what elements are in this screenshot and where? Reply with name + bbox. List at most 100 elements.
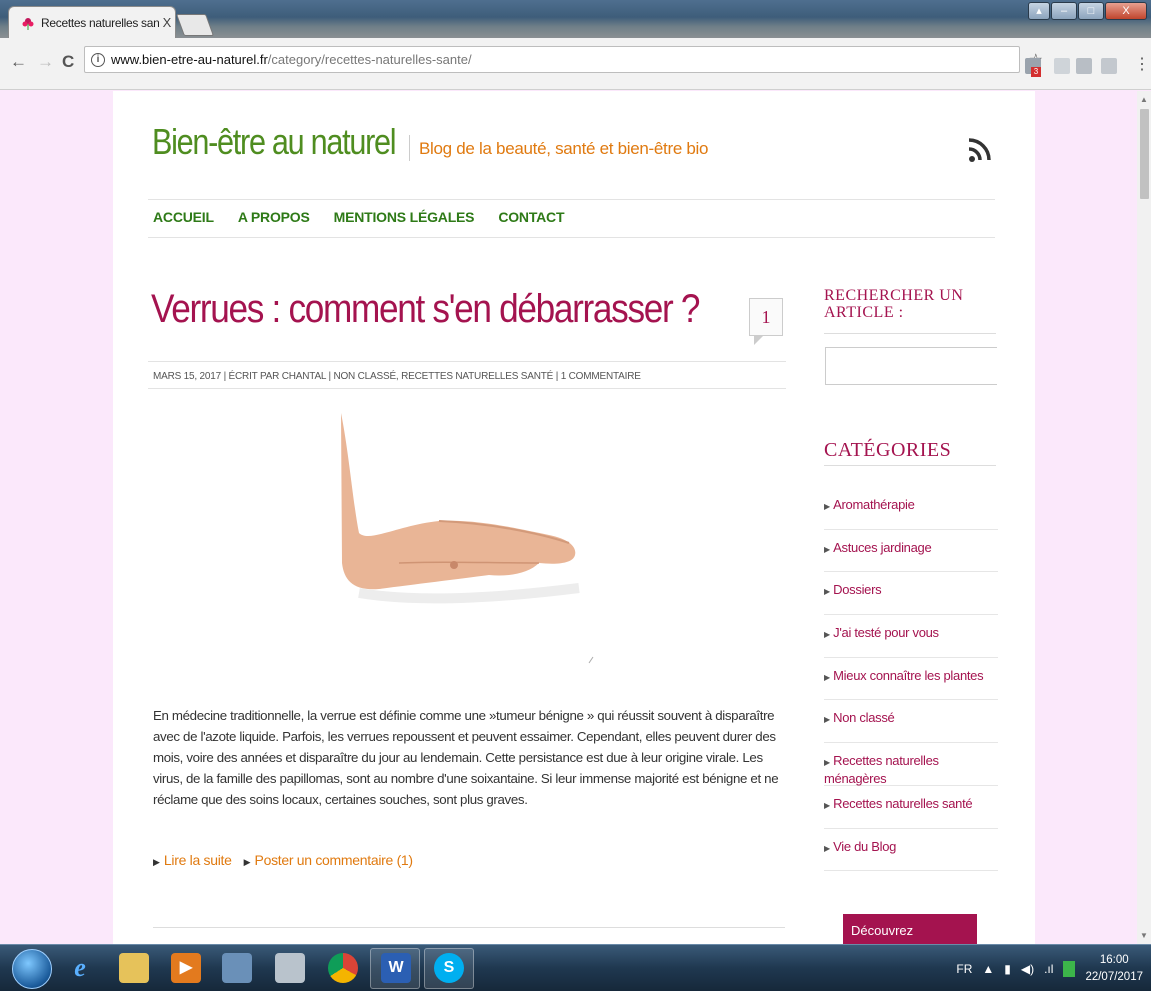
start-button[interactable] — [12, 949, 52, 989]
list-item: ▶ Mieux connaître les plantes — [824, 658, 998, 701]
category-link[interactable]: Vie du Blog — [833, 839, 896, 854]
read-more-link[interactable]: Lire la suite — [164, 852, 232, 868]
new-tab-button[interactable] — [175, 14, 215, 36]
category-list: ▶ Aromathérapie ▶ Astuces jardinage ▶ Dossi… — [824, 487, 998, 872]
rss-icon[interactable] — [968, 137, 992, 163]
file-explorer-icon[interactable] — [119, 953, 149, 983]
scroll-up-arrow-icon[interactable]: ▲ — [1140, 95, 1148, 104]
search-heading-rule — [824, 333, 996, 334]
category-link[interactable]: Recettes naturelles ménagères — [824, 753, 939, 786]
site-tagline: Blog de la beauté, santé et bien-être bi… — [419, 139, 709, 158]
scroll-down-arrow-icon[interactable]: ▼ — [1140, 931, 1148, 940]
web-page: Bien-être au naturel Blog de la beauté, … — [113, 91, 1035, 944]
post-meta: MARS 15, 2017 | ÉCRIT PAR CHANTAL | NON … — [153, 371, 641, 382]
list-item: ▶ Non classé — [824, 700, 998, 744]
signal-icon[interactable]: .ıl — [1044, 962, 1053, 976]
menu-item-mentions-legales[interactable]: MENTIONS LÉGALES — [334, 209, 475, 225]
clock-time: 16:00 — [1099, 953, 1129, 966]
triangle-bullet-icon: ▶ — [153, 857, 160, 867]
triangle-bullet-icon: ▶ — [824, 630, 831, 640]
nav-bottom-rule — [148, 237, 995, 238]
category-link[interactable]: Mieux connaître les plantes — [833, 668, 983, 683]
info-icon[interactable]: i — [91, 52, 105, 67]
post-comment-link[interactable]: Poster un commentaire (1) — [255, 852, 414, 868]
browser-tab[interactable]: Recettes naturelles santé X — [8, 6, 176, 38]
tab-close-icon[interactable]: X — [159, 15, 175, 30]
triangle-bullet-icon: ▶ — [824, 758, 831, 768]
scrollbar-thumb[interactable] — [1140, 109, 1149, 199]
word-icon[interactable]: W — [381, 953, 411, 983]
triangle-bullet-icon: ▶ — [824, 502, 831, 511]
post-excerpt: En médecine traditionnelle, la verrue es… — [153, 708, 779, 807]
list-item: ▶ Dossiers — [824, 572, 998, 616]
category-link[interactable]: Astuces jardinage — [833, 540, 932, 555]
browser-toolbar: ← → C i www.bien-etre-au-naturel.fr/cate… — [0, 38, 1151, 90]
categories-heading-rule — [824, 465, 996, 466]
network-app-icon[interactable] — [222, 953, 252, 983]
browser-titlebar: Recettes naturelles santé X ▴ – □ X — [0, 0, 1151, 38]
address-bar[interactable]: i www.bien-etre-au-naturel.fr/category/r… — [84, 46, 1043, 73]
meta-top-rule — [148, 361, 786, 362]
title-divider — [409, 135, 410, 161]
discover-widget[interactable]: Découvrez — [843, 914, 977, 944]
media-player-icon[interactable]: ▶ — [171, 953, 201, 983]
list-item: ▶ Vie du Blog — [824, 829, 998, 872]
volume-icon[interactable]: ◀) — [1021, 962, 1034, 976]
post-title[interactable]: Verrues : comment s'en débarrasser ? — [151, 287, 700, 332]
post-links: ▶ Lire la suite ▶ Poster un commentaire (1… — [153, 852, 413, 868]
a-extension-icon[interactable] — [1076, 58, 1092, 74]
clock-date: 22/07/2017 — [1085, 970, 1143, 983]
menu-item-accueil[interactable]: ACCUEIL — [153, 209, 214, 225]
back-button[interactable]: ← — [10, 52, 27, 72]
search-input[interactable] — [825, 347, 997, 385]
triangle-bullet-icon: ▶ — [824, 715, 831, 725]
minimize-button[interactable]: – — [1051, 2, 1077, 20]
close-window-button[interactable]: X — [1105, 2, 1147, 20]
site-title[interactable]: Bien-être au naturel — [152, 121, 397, 163]
clock[interactable]: 16:00 22/07/2017 — [1085, 952, 1143, 986]
user-profile-icon[interactable]: ▴ — [1028, 2, 1050, 20]
post-image-hand[interactable] — [339, 413, 599, 671]
flower-favicon-icon — [22, 17, 34, 30]
battery-icon[interactable] — [1063, 960, 1076, 977]
snipping-tool-icon[interactable] — [275, 953, 305, 983]
language-indicator[interactable]: FR — [956, 962, 972, 976]
chrome-menu-icon[interactable]: ⋮ — [1134, 54, 1150, 74]
extension-badge: 3 — [1031, 67, 1041, 77]
triangle-bullet-icon: ▶ — [824, 544, 831, 554]
triangle-bullet-icon: ▶ — [243, 857, 251, 867]
comment-count-bubble[interactable]: 1 — [749, 298, 783, 345]
extension-icon[interactable]: 3 — [1025, 58, 1041, 77]
chrome-icon[interactable] — [328, 953, 358, 983]
list-item: ▶ Aromathérapie — [824, 487, 998, 530]
menu-item-a-propos[interactable]: A PROPOS — [238, 209, 310, 225]
main-menu: ACCUEIL A PROPOS MENTIONS LÉGALES CONTAC… — [153, 209, 565, 225]
nav-top-rule — [148, 199, 995, 200]
reload-button[interactable]: C — [62, 52, 74, 72]
triangle-bullet-icon: ▶ — [824, 587, 831, 597]
triangle-bullet-icon: ▶ — [824, 672, 831, 682]
power-icon[interactable]: ▮ — [1004, 962, 1011, 976]
categories-heading: CATÉGORIES — [824, 439, 952, 461]
window-controls: ▴ – □ X — [1028, 2, 1147, 20]
list-item: ▶ Recettes naturelles santé — [824, 786, 998, 829]
category-link[interactable]: J'ai testé pour vous — [833, 625, 939, 640]
clipboard-extension-icon[interactable] — [1054, 58, 1070, 74]
list-item: ▶ Recettes naturelles ménagères — [824, 743, 998, 786]
search-heading: RECHERCHER UN ARTICLE : — [824, 287, 964, 321]
tab-title: Recettes naturelles santé — [41, 15, 159, 30]
menu-item-contact[interactable]: CONTACT — [498, 209, 564, 225]
maximize-button[interactable]: □ — [1078, 2, 1104, 20]
forward-button[interactable]: → — [37, 52, 54, 72]
i-extension-icon[interactable] — [1101, 58, 1117, 74]
page-scrollbar[interactable]: ▲ ▼ — [1137, 91, 1151, 944]
category-link[interactable]: Aromathérapie — [833, 497, 915, 512]
skype-icon[interactable]: S — [434, 953, 464, 983]
category-link[interactable]: Dossiers — [833, 582, 881, 597]
list-item: ▶ Astuces jardinage — [824, 530, 998, 573]
category-link[interactable]: Non classé — [833, 710, 895, 725]
system-tray: FR ▲ ▮ ◀) .ıl 16:00 22/07/2017 — [956, 945, 1143, 991]
internet-explorer-icon[interactable]: e — [65, 953, 95, 983]
category-link[interactable]: Recettes naturelles santé — [833, 796, 973, 811]
show-hidden-icons-icon[interactable]: ▲ — [982, 962, 994, 976]
